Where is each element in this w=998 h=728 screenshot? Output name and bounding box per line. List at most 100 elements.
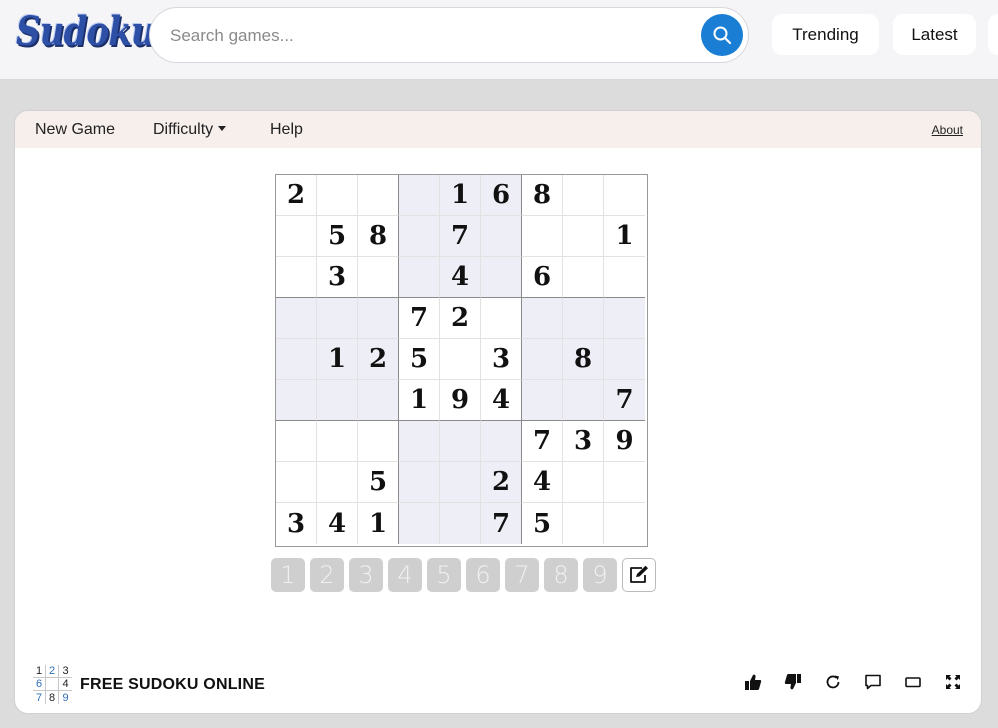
sudoku-cell[interactable]: 3: [317, 257, 358, 298]
sudoku-cell[interactable]: 4: [481, 380, 522, 421]
number-button-9[interactable]: 9: [583, 558, 617, 592]
sudoku-cell[interactable]: 3: [563, 421, 604, 462]
number-button-7[interactable]: 7: [505, 558, 539, 592]
new-game-menu[interactable]: New Game: [35, 121, 115, 139]
sudoku-cell[interactable]: 4: [522, 462, 563, 503]
number-button-5[interactable]: 5: [427, 558, 461, 592]
sudoku-cell[interactable]: [358, 298, 399, 339]
sudoku-cell[interactable]: 4: [440, 257, 481, 298]
number-button-6[interactable]: 6: [466, 558, 500, 592]
reload-button[interactable]: [823, 672, 843, 692]
sudoku-cell[interactable]: 1: [399, 380, 440, 421]
sudoku-cell[interactable]: 5: [399, 339, 440, 380]
sudoku-cell[interactable]: 7: [604, 380, 645, 421]
sudoku-cell[interactable]: [399, 462, 440, 503]
number-button-4[interactable]: 4: [388, 558, 422, 592]
sudoku-cell[interactable]: [604, 339, 645, 380]
sudoku-cell[interactable]: [399, 216, 440, 257]
number-button-3[interactable]: 3: [349, 558, 383, 592]
dislike-button[interactable]: [783, 672, 803, 692]
sudoku-cell[interactable]: 9: [604, 421, 645, 462]
pencil-mode-button[interactable]: [622, 558, 656, 592]
sudoku-cell[interactable]: [604, 462, 645, 503]
sudoku-cell[interactable]: [317, 380, 358, 421]
sudoku-cell[interactable]: 8: [522, 175, 563, 216]
sudoku-cell[interactable]: [604, 257, 645, 298]
nav-trending-button[interactable]: Trending: [772, 14, 879, 55]
sudoku-cell[interactable]: [276, 421, 317, 462]
sudoku-cell[interactable]: 6: [481, 175, 522, 216]
sudoku-cell[interactable]: [399, 421, 440, 462]
sudoku-cell[interactable]: [440, 421, 481, 462]
sudoku-cell[interactable]: [276, 257, 317, 298]
sudoku-cell[interactable]: 9: [440, 380, 481, 421]
sudoku-cell[interactable]: 1: [317, 339, 358, 380]
sudoku-cell[interactable]: [522, 339, 563, 380]
sudoku-cell[interactable]: [358, 421, 399, 462]
sudoku-cell[interactable]: [317, 462, 358, 503]
sudoku-cell[interactable]: 5: [358, 462, 399, 503]
difficulty-menu[interactable]: Difficulty: [153, 121, 227, 139]
sudoku-cell[interactable]: [399, 503, 440, 544]
nav-latest-button[interactable]: Latest: [893, 14, 976, 55]
sudoku-cell[interactable]: [276, 380, 317, 421]
sudoku-cell[interactable]: [440, 503, 481, 544]
sudoku-cell[interactable]: [481, 216, 522, 257]
sudoku-cell[interactable]: [276, 216, 317, 257]
sudoku-cell[interactable]: 7: [522, 421, 563, 462]
sudoku-cell[interactable]: [276, 298, 317, 339]
sudoku-cell[interactable]: [481, 257, 522, 298]
sudoku-cell[interactable]: [563, 175, 604, 216]
sudoku-cell[interactable]: 3: [276, 503, 317, 544]
sudoku-cell[interactable]: [440, 462, 481, 503]
about-link[interactable]: About: [932, 123, 963, 137]
sudoku-cell[interactable]: [358, 380, 399, 421]
sudoku-cell[interactable]: 1: [358, 503, 399, 544]
number-button-1[interactable]: 1: [271, 558, 305, 592]
sudoku-cell[interactable]: 1: [440, 175, 481, 216]
sudoku-cell[interactable]: [317, 175, 358, 216]
sudoku-cell[interactable]: [399, 175, 440, 216]
sudoku-cell[interactable]: [604, 298, 645, 339]
sudoku-cell[interactable]: [522, 380, 563, 421]
sudoku-cell[interactable]: [276, 339, 317, 380]
sudoku-cell[interactable]: 8: [563, 339, 604, 380]
comment-button[interactable]: [863, 672, 883, 692]
sudoku-cell[interactable]: [440, 339, 481, 380]
sudoku-cell[interactable]: [563, 503, 604, 544]
sudoku-cell[interactable]: [276, 462, 317, 503]
sudoku-cell[interactable]: [358, 175, 399, 216]
sudoku-cell[interactable]: 7: [440, 216, 481, 257]
sudoku-cell[interactable]: [317, 298, 358, 339]
sudoku-cell[interactable]: 7: [399, 298, 440, 339]
number-button-2[interactable]: 2: [310, 558, 344, 592]
sudoku-cell[interactable]: [604, 175, 645, 216]
number-button-8[interactable]: 8: [544, 558, 578, 592]
sudoku-cell[interactable]: [563, 298, 604, 339]
sudoku-cell[interactable]: [481, 298, 522, 339]
search-input[interactable]: [170, 24, 690, 48]
nav-more-button[interactable]: [988, 14, 998, 55]
sudoku-cell[interactable]: 5: [317, 216, 358, 257]
sudoku-cell[interactable]: [563, 380, 604, 421]
sudoku-cell[interactable]: 7: [481, 503, 522, 544]
sudoku-cell[interactable]: 2: [276, 175, 317, 216]
sudoku-cell[interactable]: [522, 298, 563, 339]
sudoku-cell[interactable]: [399, 257, 440, 298]
fullscreen-button[interactable]: [943, 672, 963, 692]
sudoku-cell[interactable]: 8: [358, 216, 399, 257]
sudoku-cell[interactable]: 2: [358, 339, 399, 380]
site-logo[interactable]: Sudoku: [16, 8, 156, 55]
theater-mode-button[interactable]: [903, 672, 923, 692]
sudoku-cell[interactable]: [358, 257, 399, 298]
sudoku-cell[interactable]: 2: [440, 298, 481, 339]
sudoku-cell[interactable]: [563, 216, 604, 257]
sudoku-cell[interactable]: 4: [317, 503, 358, 544]
sudoku-cell[interactable]: 1: [604, 216, 645, 257]
search-button[interactable]: [701, 14, 743, 56]
sudoku-cell[interactable]: 6: [522, 257, 563, 298]
sudoku-cell[interactable]: [563, 257, 604, 298]
sudoku-cell[interactable]: 5: [522, 503, 563, 544]
sudoku-cell[interactable]: [481, 421, 522, 462]
sudoku-cell[interactable]: [604, 503, 645, 544]
